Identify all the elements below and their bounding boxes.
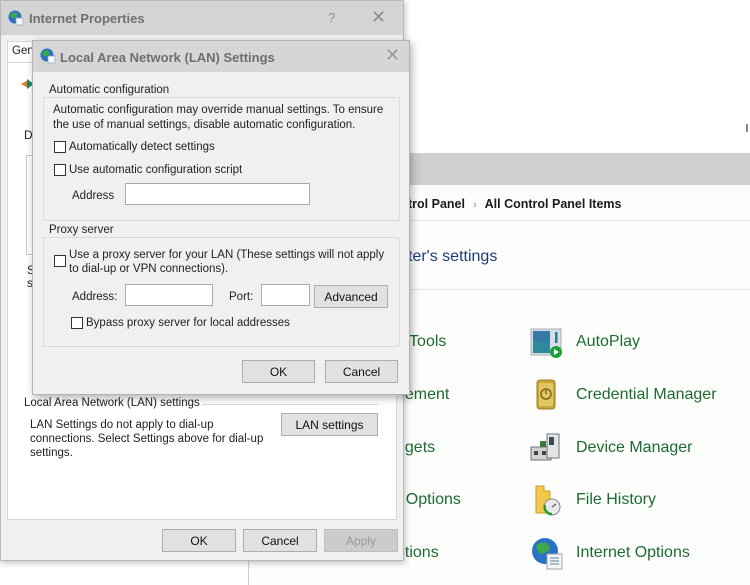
script-address-input[interactable]: [125, 183, 310, 205]
use-proxy-label-line1[interactable]: Use a proxy server for your LAN (These s…: [69, 248, 384, 262]
control-panel-blank-area: [408, 0, 750, 153]
ok-button[interactable]: OK: [162, 529, 236, 552]
lan-group-divider: [191, 404, 379, 405]
lan-settings-titlebar[interactable]: Local Area Network (LAN) Settings ✕: [33, 41, 409, 72]
bypass-local-checkbox[interactable]: [71, 317, 83, 329]
lan-settings-button[interactable]: LAN settings: [281, 413, 378, 436]
internet-globe-icon: [40, 48, 56, 64]
dialog-title: Local Area Network (LAN) Settings: [60, 50, 275, 65]
breadcrumb-item-control-panel[interactable]: trol Panel: [408, 197, 465, 211]
page-heading: ter's settings: [408, 248, 498, 265]
cancel-button[interactable]: Cancel: [243, 529, 317, 552]
lan-group-label: Local Area Network (LAN) settings: [24, 397, 202, 409]
breadcrumb: trol Panel › All Control Panel Items: [408, 197, 621, 211]
cp-item-credential-manager[interactable]: Credential Manager: [530, 378, 717, 412]
proxy-port-input[interactable]: [261, 284, 310, 306]
internet-globe-icon: [8, 10, 24, 26]
script-address-label: Address: [72, 190, 115, 202]
internet-properties-titlebar[interactable]: Internet Properties ? ✕: [1, 1, 403, 35]
cp-item-device-manager[interactable]: Device Manager: [530, 431, 693, 465]
auto-config-script-label[interactable]: Use automatic configuration script: [69, 163, 242, 177]
lan-settings-dialog: Local Area Network (LAN) Settings ✕ Auto…: [32, 40, 410, 395]
cp-item-autoplay[interactable]: AutoPlay: [530, 325, 640, 359]
cp-item-file-history[interactable]: File History: [530, 483, 656, 517]
breadcrumb-item-all-items[interactable]: All Control Panel Items: [485, 197, 622, 211]
close-button[interactable]: ✕: [371, 7, 386, 28]
proxy-port-label: Port:: [229, 291, 254, 303]
proxy-address-label: Address:: [72, 291, 118, 303]
close-button[interactable]: ✕: [385, 45, 400, 66]
auto-config-description-line1: Automatic configuration may override man…: [53, 104, 384, 116]
apply-button[interactable]: Apply: [324, 529, 398, 552]
proxy-server-group-label: Proxy server: [47, 224, 116, 236]
advanced-button[interactable]: Advanced: [314, 285, 388, 308]
internet-options-icon: [530, 536, 564, 570]
bypass-local-label[interactable]: Bypass proxy server for local addresses: [86, 316, 290, 330]
device-manager-icon: [530, 431, 564, 465]
use-proxy-label-line2[interactable]: to dial-up or VPN connections).: [69, 262, 228, 276]
credential-manager-icon: [530, 378, 564, 412]
file-history-icon: [530, 483, 564, 517]
breadcrumb-separator: ›: [472, 199, 477, 211]
proxy-address-input[interactable]: [125, 284, 213, 306]
auto-config-group-label: Automatic configuration: [47, 84, 172, 96]
scrollbar-indicator[interactable]: [746, 124, 748, 132]
auto-detect-label[interactable]: Automatically detect settings: [69, 140, 215, 154]
autoplay-icon: [530, 325, 564, 359]
cp-item-internet-options[interactable]: Internet Options: [530, 536, 690, 570]
auto-config-description-line2: the use of manual settings, disable auto…: [53, 119, 356, 131]
help-button[interactable]: ?: [328, 10, 335, 25]
auto-config-script-checkbox[interactable]: [54, 164, 66, 176]
ok-button[interactable]: OK: [242, 360, 315, 383]
cp-item-explorer-options[interactable]: r Options: [396, 491, 461, 509]
dialog-title: Internet Properties: [29, 11, 145, 26]
use-proxy-checkbox[interactable]: [54, 255, 66, 267]
cancel-button[interactable]: Cancel: [325, 360, 398, 383]
heading-divider: [408, 289, 750, 290]
auto-detect-checkbox[interactable]: [54, 141, 66, 153]
lan-description: LAN Settings do not apply to dial-up con…: [30, 419, 264, 459]
